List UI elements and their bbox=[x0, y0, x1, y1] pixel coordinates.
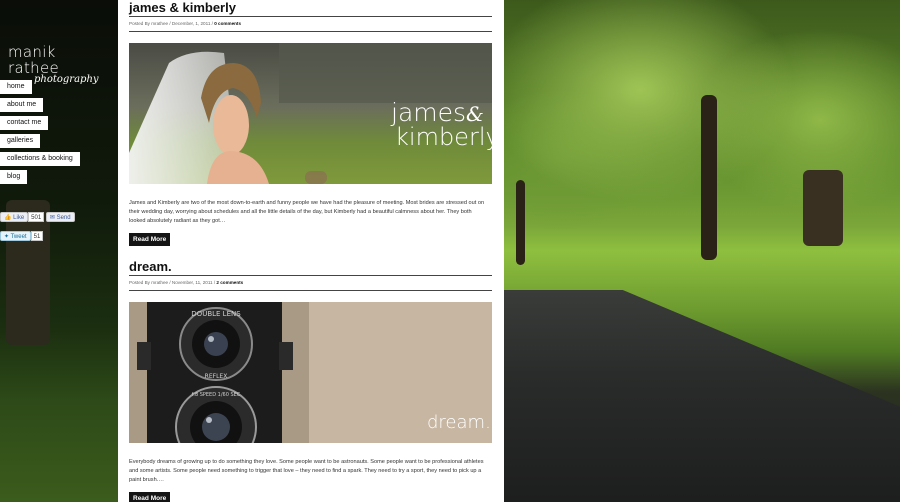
like-label: Like bbox=[13, 215, 25, 221]
blog-content: james & kimberly Posted By mrathee / Dec… bbox=[118, 0, 504, 502]
post-meta: Posted By mrathee / December, 1, 2011 / … bbox=[129, 20, 492, 28]
facebook-send-button[interactable]: ✉ Send bbox=[45, 212, 75, 222]
read-more-button[interactable]: Read More bbox=[129, 233, 171, 246]
post-excerpt: James and Kimberly are two of the most d… bbox=[129, 200, 485, 224]
send-icon: ✉ bbox=[49, 215, 55, 221]
background-tree-trunk bbox=[516, 180, 525, 265]
tweet-button[interactable]: ✦ Tweet bbox=[0, 231, 31, 241]
site-logo[interactable]: manik rathee photography bbox=[8, 44, 108, 85]
post-meta: Posted By mrathee / November, 11, 2011 /… bbox=[129, 279, 492, 287]
post-meta-text: Posted By mrathee / December, 1, 2011 / bbox=[129, 21, 215, 26]
twitter-bird-icon: ✦ bbox=[4, 234, 10, 240]
send-label: Send bbox=[56, 215, 71, 221]
blog-post: dream. Posted By mrathee / November, 11,… bbox=[129, 259, 492, 502]
feature-caption-line-2: kimberly bbox=[395, 123, 492, 151]
nav-item-collections-booking[interactable]: collections & booking bbox=[0, 152, 80, 166]
feature-caption: dream. bbox=[427, 412, 491, 433]
background-tree-trunk bbox=[803, 170, 843, 246]
nav-item-home[interactable]: home bbox=[0, 80, 32, 94]
blog-post: james & kimberly Posted By mrathee / Dec… bbox=[129, 0, 492, 246]
camera-speed-text: f:8 SPEED 1/60 SEC bbox=[192, 392, 241, 398]
read-more-button[interactable]: Read More bbox=[129, 492, 171, 502]
divider bbox=[129, 275, 492, 276]
thumbs-up-icon: 👍 bbox=[4, 215, 12, 221]
facebook-like-button[interactable]: 👍 Like bbox=[0, 212, 29, 222]
camera-lens-text: DOUBLE LENS bbox=[191, 310, 241, 318]
nav-item-galleries[interactable]: galleries bbox=[0, 134, 41, 148]
divider bbox=[129, 31, 492, 32]
tweet-label: Tweet bbox=[10, 234, 27, 240]
post-featured-image[interactable]: james& kimberly bbox=[129, 43, 492, 184]
comments-link[interactable]: 0 comments bbox=[214, 21, 241, 26]
divider bbox=[129, 16, 492, 17]
like-count: 501 bbox=[28, 212, 45, 222]
facebook-social-row: 👍 Like 501 ✉ Send bbox=[0, 212, 75, 222]
post-excerpt: Everybody dreams of growing up to do som… bbox=[129, 459, 484, 483]
post-title[interactable]: james & kimberly bbox=[129, 0, 492, 16]
camera-reflex-text: REFLEX bbox=[205, 373, 228, 380]
post-meta-text: Posted By mrathee / November, 11, 2011 / bbox=[129, 280, 217, 285]
twitter-social-row: ✦ Tweet 51 bbox=[0, 231, 44, 241]
background-tree-trunk bbox=[701, 95, 717, 260]
logo-main-text: manik rathee bbox=[8, 43, 60, 77]
divider bbox=[129, 290, 492, 291]
nav-item-about-me[interactable]: about me bbox=[0, 98, 44, 112]
post-featured-image[interactable]: DOUBLE LENS REFLEX f:8 SPEED 1/60 SEC dr… bbox=[129, 302, 492, 443]
main-nav: home about me contact me galleries colle… bbox=[0, 80, 80, 188]
post-title[interactable]: dream. bbox=[129, 259, 492, 275]
nav-item-blog[interactable]: blog bbox=[0, 170, 28, 184]
tweet-count: 51 bbox=[30, 231, 44, 241]
comments-link[interactable]: 2 comments bbox=[216, 280, 243, 285]
nav-item-contact-me[interactable]: contact me bbox=[0, 116, 49, 130]
